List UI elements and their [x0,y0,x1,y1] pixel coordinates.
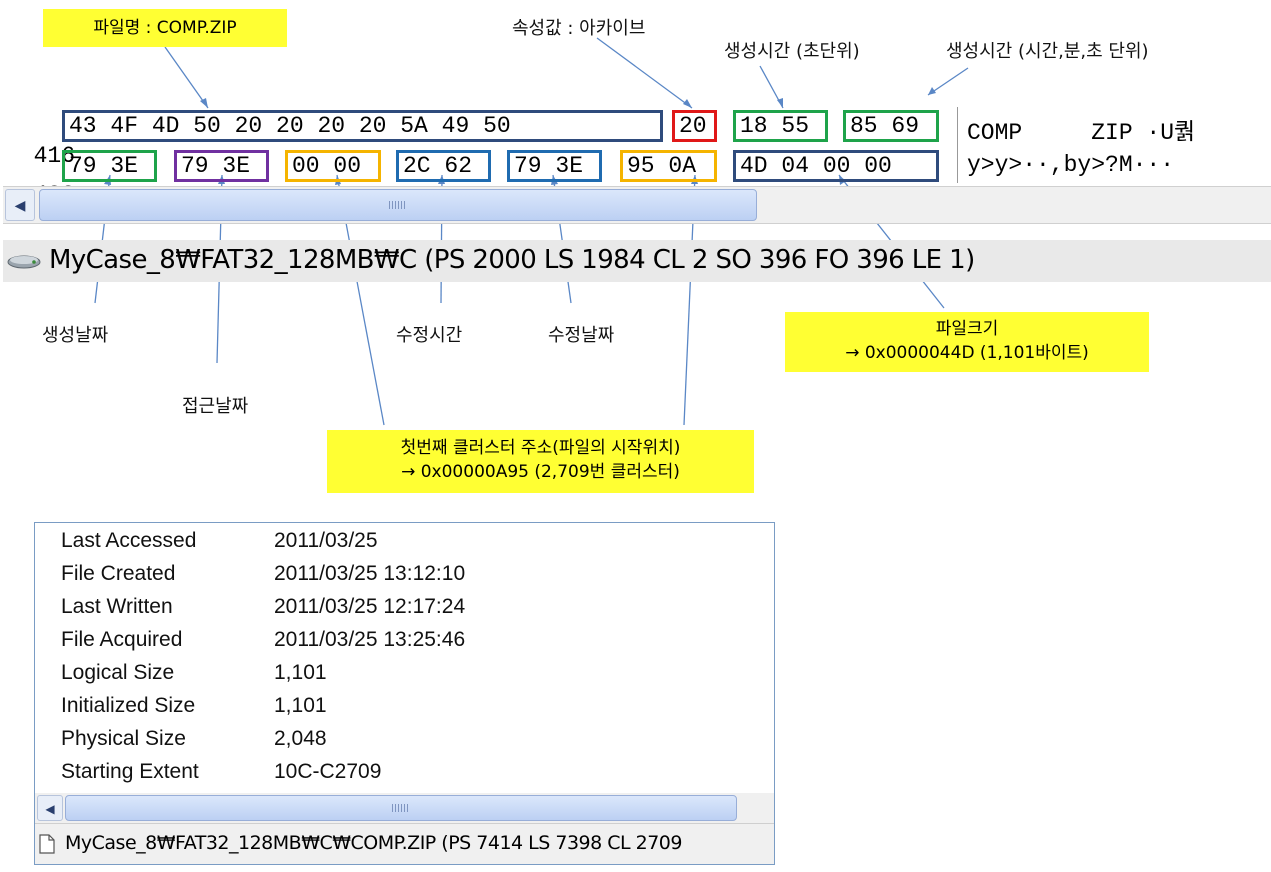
ctime-sec-annotation: 생성시간 (초단위) [724,41,860,62]
scroll-left-button[interactable]: ◀ [37,795,63,821]
property-label: Starting Extent [61,760,199,783]
filename-annotation: 파일명 : COMP.ZIP [43,9,287,47]
ctime-hms-annotation: 생성시간 (시간,분,초 단위) [946,41,1149,62]
file-icon [39,834,55,854]
property-label: Physical Size [61,727,186,750]
hex-ascii-divider [957,107,958,183]
hex-ascii-row2: y>y>··,by>?M··· [967,152,1175,178]
attribute-annotation: 속성값 : 아카이브 [512,18,646,39]
filesize-title: 파일크기 [935,319,999,339]
status-path: MyCase_8₩FAT32_128MB₩C (PS 2000 LS 1984 … [49,245,975,275]
file-status-path: MyCase_8₩FAT32_128MB₩C₩COMP.ZIP (PS 7414… [65,832,683,854]
properties-status-bar: MyCase_8₩FAT32_128MB₩C₩COMP.ZIP (PS 7414… [35,823,774,864]
top-status-bar: MyCase_8₩FAT32_128MB₩C (PS 2000 LS 1984 … [3,240,1271,282]
property-label: Last Written [61,595,173,618]
cluster-value: → 0x00000A95 (2,709번 클러스터) [401,462,680,482]
property-value: 2011/03/25 [274,529,378,552]
hex-ascii-row1: COMP ZIP ·U퀅 [967,120,1196,146]
property-value: 2011/03/25 13:25:46 [274,628,466,651]
hex-cdate[interactable]: 79 3E [62,150,157,182]
chevron-left-icon: ◀ [14,198,26,214]
adate-annotation: 접근날짜 [182,396,249,417]
cdate-annotation: 생성날짜 [42,325,109,346]
hex-low-cluster[interactable]: 95 0A [620,150,717,182]
property-value: 1,101 [274,661,327,684]
properties-horizontal-scrollbar[interactable]: ◀ [35,793,774,824]
cluster-annotation: 첫번째 클러스터 주소(파일의 시작위치) → 0x00000A95 (2,70… [327,430,754,493]
grip-icon [392,804,410,812]
scroll-thumb[interactable] [39,189,757,221]
chevron-left-icon: ◀ [45,802,55,816]
filesize-annotation: 파일크기 → 0x0000044D (1,101바이트) [785,312,1149,372]
scroll-left-button[interactable]: ◀ [5,189,35,221]
property-label: Last Accessed [61,529,197,552]
hex-horizontal-scrollbar[interactable]: ◀ [3,186,1271,224]
cluster-title: 첫번째 클러스터 주소(파일의 시작위치) [400,438,681,458]
hex-mdate[interactable]: 79 3E [507,150,602,182]
hex-ctime-sec[interactable]: 18 55 [733,110,828,142]
hex-ctime-hms[interactable]: 85 69 [843,110,939,142]
property-label: Initialized Size [61,694,196,717]
property-value: 10C-C2709 [274,760,382,783]
hex-high-cluster[interactable]: 00 00 [285,150,381,182]
hex-mtime[interactable]: 2C 62 [396,150,491,182]
hex-attribute-byte[interactable]: 20 [672,110,717,142]
property-value: 2011/03/25 13:12:10 [274,562,466,585]
file-properties-panel: Last Accessed 2011/03/25 File Created 2011/… [34,522,775,865]
drive-icon [7,255,41,269]
property-label: File Acquired [61,628,183,651]
hex-file-size[interactable]: 4D 04 00 00 [733,150,939,182]
hex-adate[interactable]: 79 3E [174,150,269,182]
grip-icon [389,201,407,209]
hex-filename-bytes[interactable]: 43 4F 4D 50 20 20 20 20 5A 49 50 [62,110,663,142]
scroll-thumb[interactable] [65,795,737,821]
mdate-annotation: 수정날짜 [548,325,615,346]
property-label: Logical Size [61,661,175,684]
filesize-value: → 0x0000044D (1,101바이트) [845,343,1089,363]
property-value: 2,048 [274,727,327,750]
property-value: 2011/03/25 12:17:24 [274,595,466,618]
property-label: File Created [61,562,176,585]
property-value: 1,101 [274,694,327,717]
mtime-annotation: 수정시간 [396,325,463,346]
